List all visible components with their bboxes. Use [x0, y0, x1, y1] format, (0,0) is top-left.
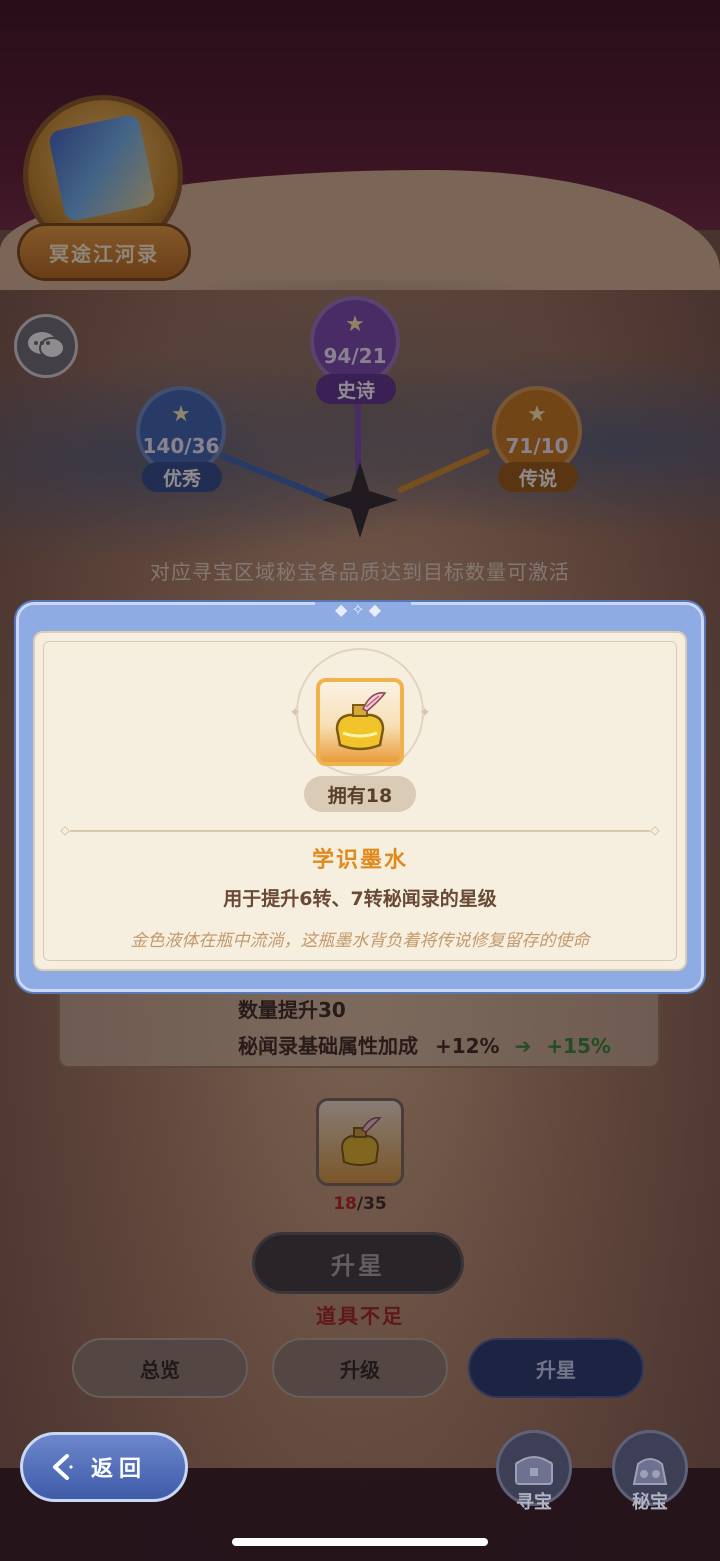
- treasure-bag-icon: [632, 1458, 668, 1485]
- treasure-chest-icon: [515, 1456, 553, 1485]
- modal-notch-decoration: ◆✧◆: [334, 600, 385, 619]
- modal-divider: [70, 830, 650, 832]
- back-button-label: 返回: [91, 1457, 148, 1482]
- divider-end-ornament: ◇: [650, 823, 660, 837]
- ink-bottle-icon: [335, 692, 387, 751]
- nav-secret-treasure-label: 秘宝: [632, 1492, 668, 1513]
- item-lore: 金色液体在瓶中流淌，这瓶墨水背负着将传说修复留存的使命: [130, 931, 590, 951]
- sparkle-icon: ✦: [419, 705, 431, 721]
- owned-count-pill: 拥有18: [304, 776, 416, 812]
- item-icon-frame: [316, 678, 404, 766]
- divider-end-ornament: ◇: [60, 823, 70, 837]
- back-button[interactable]: 返回: [20, 1432, 188, 1502]
- item-usage: 用于提升6转、7转秘闻录的星级: [223, 888, 497, 910]
- nav-treasure-hunt-label: 寻宝: [516, 1492, 552, 1513]
- item-name: 学识墨水: [311, 848, 408, 873]
- back-arrow-icon: [53, 1454, 73, 1480]
- home-indicator[interactable]: [232, 1538, 488, 1546]
- screen-root: 冥途江河录 ★ 140/36 优秀 ★ 94/21 史诗 ★ 71/10 传说 …: [0, 0, 720, 1561]
- sparkle-icon: ✦: [289, 705, 301, 721]
